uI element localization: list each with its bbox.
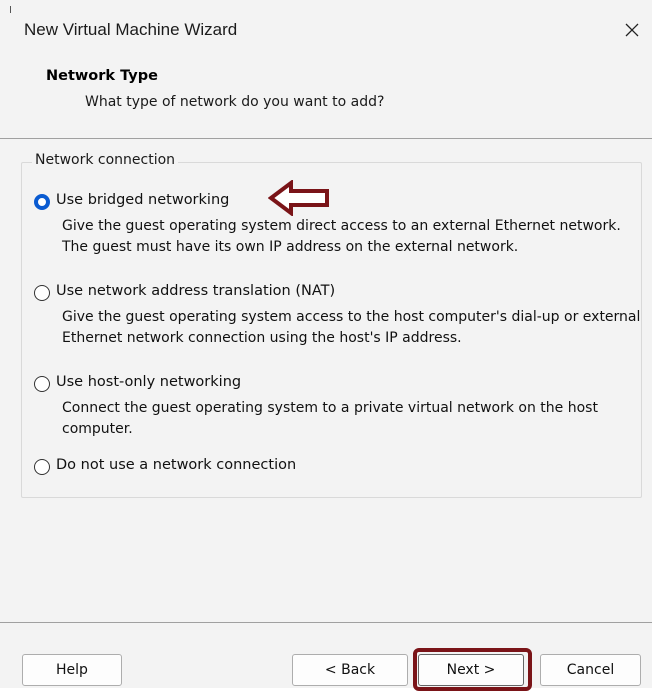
option-host-only-label[interactable]: Use host-only networking — [56, 374, 241, 390]
option-bridged-label[interactable]: Use bridged networking — [56, 192, 229, 208]
network-connection-group: Network connection Use bridged networkin… — [21, 152, 642, 498]
wizard-footer: Help < Back Next > Cancel — [0, 622, 652, 691]
help-button[interactable]: Help — [22, 654, 122, 686]
close-icon — [625, 23, 639, 37]
back-button[interactable]: < Back — [292, 654, 408, 686]
wizard-header: Network Type What type of network do you… — [0, 60, 652, 139]
close-button[interactable] — [618, 16, 646, 44]
option-host-only-description: Connect the guest operating system to a … — [62, 400, 598, 437]
radio-no-network[interactable] — [34, 459, 50, 475]
option-no-network-label[interactable]: Do not use a network connection — [56, 457, 296, 473]
option-nat-description: Give the guest operating system access t… — [62, 309, 641, 346]
title-bar: New Virtual Machine Wizard — [0, 0, 652, 60]
option-bridged-description: Give the guest operating system direct a… — [62, 218, 621, 255]
page-subtitle: What type of network do you want to add? — [85, 94, 385, 110]
radio-bridged[interactable] — [34, 194, 50, 210]
option-nat-label[interactable]: Use network address translation (NAT) — [56, 283, 335, 299]
cancel-button[interactable]: Cancel — [540, 654, 641, 686]
window-title: New Virtual Machine Wizard — [24, 20, 238, 39]
group-legend: Network connection — [32, 152, 179, 168]
next-button[interactable]: Next > — [418, 654, 524, 686]
radio-nat[interactable] — [34, 285, 50, 301]
radio-host-only[interactable] — [34, 376, 50, 392]
title-bar-mark — [10, 6, 11, 13]
page-title: Network Type — [46, 68, 158, 84]
left-arrow-annotation-icon — [268, 180, 329, 216]
